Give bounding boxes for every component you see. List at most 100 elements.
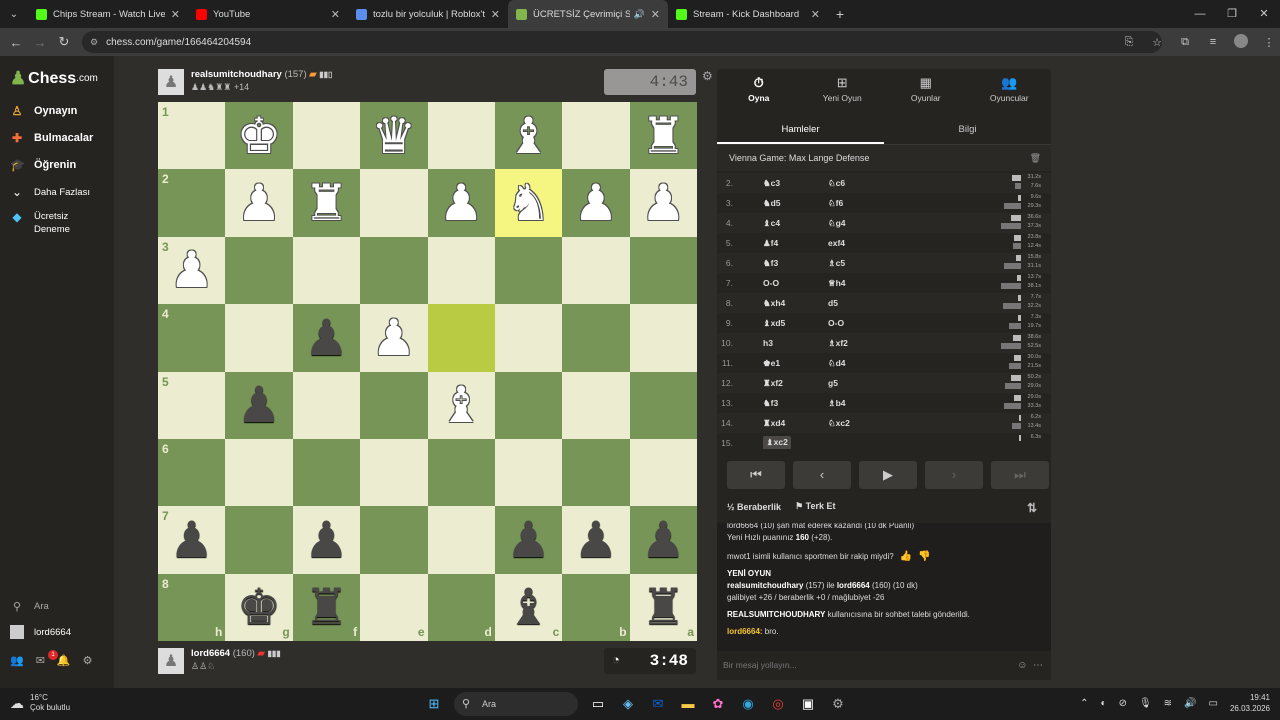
white-move[interactable]: ♝xd5 [763,318,785,329]
previous-move-button[interactable]: ‹ [793,461,851,489]
edge-icon[interactable]: ◉ [738,694,758,714]
white-bishop-icon[interactable]: ♝ [506,111,551,161]
steam-icon[interactable]: ◈ [618,694,638,714]
player-avatar[interactable]: ♟ [158,648,184,674]
board-square[interactable]: ♜ a [629,573,698,642]
board-square[interactable]: ♟ 7 [158,506,226,574]
tab-moves[interactable]: Hamleler [717,115,884,144]
install-icon[interactable]: ⎘ [1118,36,1140,49]
board-square[interactable]: ♜ f [292,573,361,642]
minimize-icon[interactable]: — [1184,0,1216,28]
white-move[interactable]: ♟f4 [763,238,778,249]
board-square[interactable]: ♚ g [225,573,293,642]
board-square[interactable] [360,371,428,439]
menu-icon[interactable]: ⋮ [1258,36,1280,49]
board-square[interactable]: 2 [158,169,226,237]
new-tab-button[interactable]: + [828,6,852,22]
chat-username[interactable]: realsumitchoudhary [727,581,803,590]
chat-username[interactable]: lord6664: [727,627,763,636]
white-queen-icon[interactable]: ♛ [371,111,416,161]
chevron-up-icon[interactable]: ⌃ [1080,698,1088,709]
board-square[interactable] [629,438,698,507]
back-icon[interactable]: ← [4,35,28,50]
board-square[interactable]: ♝ [494,102,563,170]
board-square[interactable] [292,102,361,170]
board-square[interactable] [360,438,428,507]
board-square[interactable] [562,438,630,507]
white-pawn-icon[interactable]: ♟ [641,178,686,228]
board-square[interactable]: ♟ [427,169,495,237]
weather-widget[interactable]: ☁ 16°C Çok bulutlu [10,693,70,713]
board-square[interactable]: 6 [158,438,226,507]
tab-players[interactable]: 👥 Oyuncular [968,69,1052,109]
black-move[interactable]: ♗c5 [828,258,845,269]
mail-icon[interactable]: ✉ [36,654,45,667]
board-square[interactable] [562,304,630,372]
board-square[interactable] [629,371,698,439]
board-square[interactable]: ♟ [629,506,698,574]
browser-tab[interactable]: Chips Stream - Watch Live on Kick ✕ [28,0,188,28]
opponent-username[interactable]: realsumitchoudhary [191,69,282,80]
white-move[interactable]: ♞d5 [763,198,781,209]
black-pawn-icon[interactable]: ♟ [304,313,349,363]
black-move[interactable]: ♘g4 [828,218,846,229]
board-square[interactable] [629,304,698,372]
white-pawn-icon[interactable]: ♟ [169,245,214,295]
black-rook-icon[interactable]: ♜ [304,582,349,632]
player-name[interactable]: lord6664 (160) ▰ ▮▮▮ [191,648,281,659]
chat-username[interactable]: REALSUMITCHOUDHARY [727,610,825,619]
browser-tab[interactable]: YouTube ✕ [188,0,348,28]
site-info-icon[interactable]: ⚙ [90,37,98,48]
bell-icon[interactable]: 🔔 [57,654,71,667]
tab-search-icon[interactable]: ⌄ [0,0,28,28]
board-square[interactable] [562,236,630,305]
black-move[interactable]: ♘xc2 [828,418,850,429]
black-move[interactable]: ♘f6 [828,198,843,209]
tab-info[interactable]: Bilgi [884,115,1051,144]
board-square[interactable]: ♛ [360,102,428,170]
black-king-icon[interactable]: ♚ [237,582,282,632]
wifi-icon[interactable]: ≋ [1164,698,1172,709]
board-square[interactable]: ♟ [629,169,698,237]
board-square[interactable] [360,506,428,574]
board-square[interactable] [225,304,293,372]
board-square[interactable]: ♜ [629,102,698,170]
play-button[interactable]: ▶ [859,461,917,489]
chess-board[interactable]: 1 ♚ ♛ ♝ ♜ 2 ♟ ♜ ♟ ♞ ♟ ♟ ♟ 3 4 ♟ ♟ 5 ♟ ♝ 6 ♟ 7 ♟ ♟ ♟ ♟ 8 h ♚ g ♜ f e d ♝ c b ♜ a [158,102,698,642]
tab-audio-icon[interactable]: 🔊 [634,9,645,20]
black-move[interactable]: ♘c6 [828,178,845,189]
chrome-icon[interactable]: ◎ [768,694,788,714]
clock-date[interactable]: 19:41 26.03.2026 [1230,692,1270,714]
white-move[interactable]: ♜xd4 [763,418,785,429]
board-square[interactable]: ♟ [562,506,630,574]
white-king-icon[interactable]: ♚ [237,111,282,161]
board-square[interactable] [360,169,428,237]
white-move[interactable]: ♝xc2 [763,435,791,449]
resign-button[interactable]: ⚑ Terk Et [795,501,835,512]
sidebar-search[interactable]: ⚲ Ara [10,600,49,613]
tab-close-icon[interactable]: ✕ [491,8,500,21]
sidebar-user[interactable]: lord6664 [10,625,71,639]
board-square[interactable]: ♟ [292,506,361,574]
network-off-icon[interactable]: ⊘ [1119,698,1127,709]
board-square[interactable] [427,438,495,507]
close-window-icon[interactable]: ✕ [1248,0,1280,28]
black-move[interactable]: exf4 [828,238,845,248]
board-square[interactable]: b [562,573,630,642]
url-input[interactable]: ⚙ chess.com/game/166464204594 [82,31,1162,53]
tab-close-icon[interactable]: ✕ [171,8,180,21]
sidebar-item-learn[interactable]: 🎓 Öğrenin [10,158,76,172]
browser-tab[interactable]: tozlu bir yolculuk | Roblox'ta Oyna ✕ [348,0,508,28]
board-square[interactable] [292,236,361,305]
white-move[interactable]: h3 [763,338,773,348]
last-move-button[interactable]: ⏭ [991,461,1049,489]
reading-list-icon[interactable]: ≡ [1202,36,1224,48]
chat-input[interactable]: Bir mesaj yollayın... ☺ ⋯ [717,651,1051,680]
white-move[interactable]: O-O [763,278,779,288]
bookmark-star-icon[interactable]: ☆ [1146,36,1168,49]
emoji-icon[interactable]: ☺ [1017,660,1027,671]
tab-close-icon[interactable]: ✕ [651,8,660,21]
board-square[interactable]: ♟ [562,169,630,237]
board-square[interactable] [427,506,495,574]
black-pawn-icon[interactable]: ♟ [641,515,686,565]
